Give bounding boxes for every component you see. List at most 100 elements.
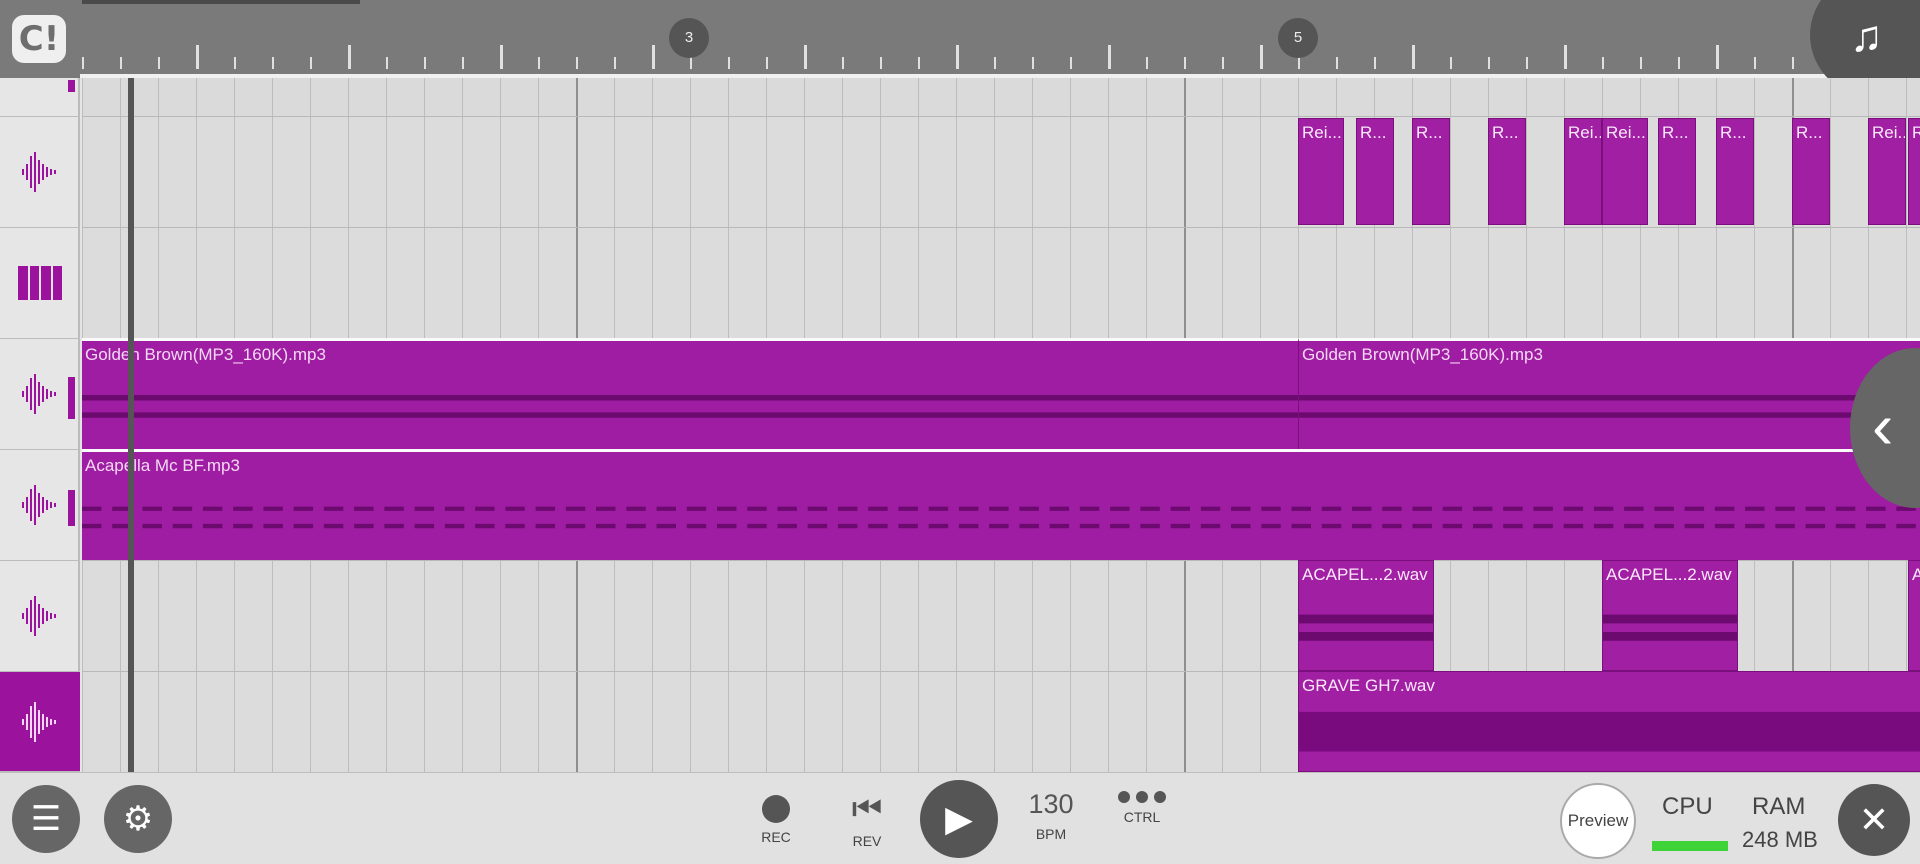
ruler-tick [1678, 57, 1680, 69]
track-header-1[interactable] [0, 117, 80, 228]
audio-clip-rei[interactable]: R... [1792, 118, 1830, 225]
ruler-tick [1374, 57, 1376, 69]
bar-marker-5[interactable]: 5 [1278, 18, 1318, 58]
play-button[interactable]: ▶ [920, 773, 998, 858]
ruler-tick [120, 57, 122, 69]
audio-clip-golden-brown[interactable]: Golden Brown(MP3_160K).mp3 [1298, 338, 1920, 449]
audio-clip-acapella[interactable]: Acapella Mc BF.mp3 [82, 449, 1920, 560]
ruler-tick [386, 57, 388, 69]
clip-name: GRAVE GH7.wav [1302, 676, 1435, 695]
ruler-tick [728, 57, 730, 69]
audio-clip-grave[interactable]: GRAVE GH7.wav [1298, 671, 1920, 772]
rev-button[interactable]: ⏮ REV [842, 773, 892, 849]
level-meter [68, 377, 75, 419]
bar-marker-3[interactable]: 3 [669, 18, 709, 58]
audio-clip-rei[interactable]: Rei... [1908, 118, 1920, 225]
clip-name: Rei... [1912, 123, 1920, 143]
ruler-tick [424, 57, 426, 69]
track-header-5[interactable] [0, 561, 80, 672]
audio-clip-golden-brown[interactable]: Golden Brown(MP3_160K).mp3 [82, 338, 1298, 449]
preview-button[interactable]: Preview [1560, 783, 1636, 859]
audio-clip-rei[interactable]: R... [1658, 118, 1696, 225]
audio-clip-acapel[interactable]: A [1908, 560, 1920, 671]
audio-clip-rei[interactable]: Rei... [1868, 118, 1906, 225]
clip-name: Rei... [1302, 123, 1342, 142]
arrangement-grid[interactable]: Rei... R... R... R... Rei... Rei... R... R... R.… [82, 78, 1920, 772]
clip-name: R... [1360, 123, 1387, 142]
clip-name: Golden Brown(MP3_160K).mp3 [85, 345, 326, 364]
clip-name: Rei... [1872, 123, 1905, 142]
clip-waveform [1299, 711, 1920, 752]
audio-clip-rei[interactable]: Rei... [1564, 118, 1602, 225]
clip-name: Rei... [1568, 123, 1601, 142]
instrument-settings-button[interactable]: ⚙ [104, 785, 172, 853]
more-dots-icon [1118, 791, 1166, 803]
ram-value: 248 MB [1742, 827, 1818, 852]
ruler-tick [1070, 57, 1072, 69]
bpm-value: 130 [1028, 789, 1074, 819]
ruler-tick [1754, 57, 1756, 69]
ruler-tick [1564, 45, 1567, 69]
ruler-tick [1184, 57, 1186, 69]
ruler-tick [1716, 45, 1719, 69]
close-button[interactable]: ✕ [1838, 784, 1910, 856]
ruler-tick [1146, 57, 1148, 69]
track-header-4[interactable] [0, 450, 80, 561]
ruler-tick [956, 45, 959, 69]
audio-clip-rei[interactable]: Rei... [1298, 118, 1344, 225]
clip-waveform [82, 506, 1920, 529]
mixer-button[interactable]: ☰ [12, 785, 80, 853]
ruler-tick [82, 57, 84, 69]
rec-button[interactable]: REC [752, 773, 800, 845]
audio-clip-rei[interactable]: R... [1356, 118, 1394, 225]
transport-bar: ☰ ⚙ REC ⏮ REV ▶ 130 BPM CTRL Preview CPU… [0, 772, 1920, 864]
track-header-6[interactable] [0, 672, 80, 772]
ruler-tick [1602, 57, 1604, 69]
instrument-settings-icon: ⚙ [122, 800, 154, 838]
track-header-3[interactable] [0, 339, 80, 450]
ruler-tick [1412, 45, 1415, 69]
track-header-2[interactable] [0, 228, 80, 339]
track-list [0, 78, 80, 772]
waveform-icon [22, 596, 56, 636]
timeline-ruler[interactable]: 3 5 [0, 0, 1920, 78]
ruler-tick [1260, 45, 1263, 69]
clip-waveform [82, 395, 1298, 418]
ruler-tick [500, 45, 503, 69]
ctrl-label: CTRL [1123, 809, 1161, 825]
ruler-tick [994, 57, 996, 69]
audio-clip-rei[interactable]: Rei... [1602, 118, 1648, 225]
bpm-label: BPM [1035, 826, 1067, 842]
audio-clip-acapel[interactable]: ACAPEL...2.wav [1298, 560, 1434, 671]
playhead[interactable] [128, 78, 134, 772]
audio-clip-rei[interactable]: R... [1488, 118, 1526, 225]
ctrl-button[interactable]: CTRL [1112, 773, 1172, 825]
rev-label: REV [852, 833, 882, 849]
ruler-tick [1488, 57, 1490, 69]
ruler-tick [1222, 57, 1224, 69]
ruler-tick [842, 57, 844, 69]
clip-name: R... [1416, 123, 1443, 142]
ruler-tick [1450, 57, 1452, 69]
clip-name: ACAPEL...2.wav [1302, 565, 1428, 584]
app-logo[interactable]: C! [12, 15, 66, 63]
ruler-tick [804, 45, 807, 69]
clip-name: Rei... [1606, 123, 1646, 142]
timeline-scroll-thumb[interactable] [82, 0, 360, 4]
rec-label: REC [761, 829, 791, 845]
clip-name: Golden Brown(MP3_160K).mp3 [1302, 345, 1543, 364]
ruler-tick [766, 57, 768, 69]
bpm-button[interactable]: 130 BPM [1022, 773, 1080, 842]
level-meter [68, 490, 75, 526]
clip-name: ACAPEL...2.wav [1606, 565, 1732, 584]
clip-name: R... [1796, 123, 1823, 142]
audio-clip-rei[interactable]: R... [1412, 118, 1450, 225]
ruler-tick [880, 57, 882, 69]
ruler-tick [348, 45, 351, 69]
ruler-tick [1640, 57, 1642, 69]
audio-clip-acapel[interactable]: ACAPEL...2.wav [1602, 560, 1738, 671]
waveform-icon [22, 374, 56, 414]
audio-clip-rei[interactable]: R... [1716, 118, 1754, 225]
cpu-meter [1652, 841, 1728, 851]
ruler-tick [1526, 57, 1528, 69]
